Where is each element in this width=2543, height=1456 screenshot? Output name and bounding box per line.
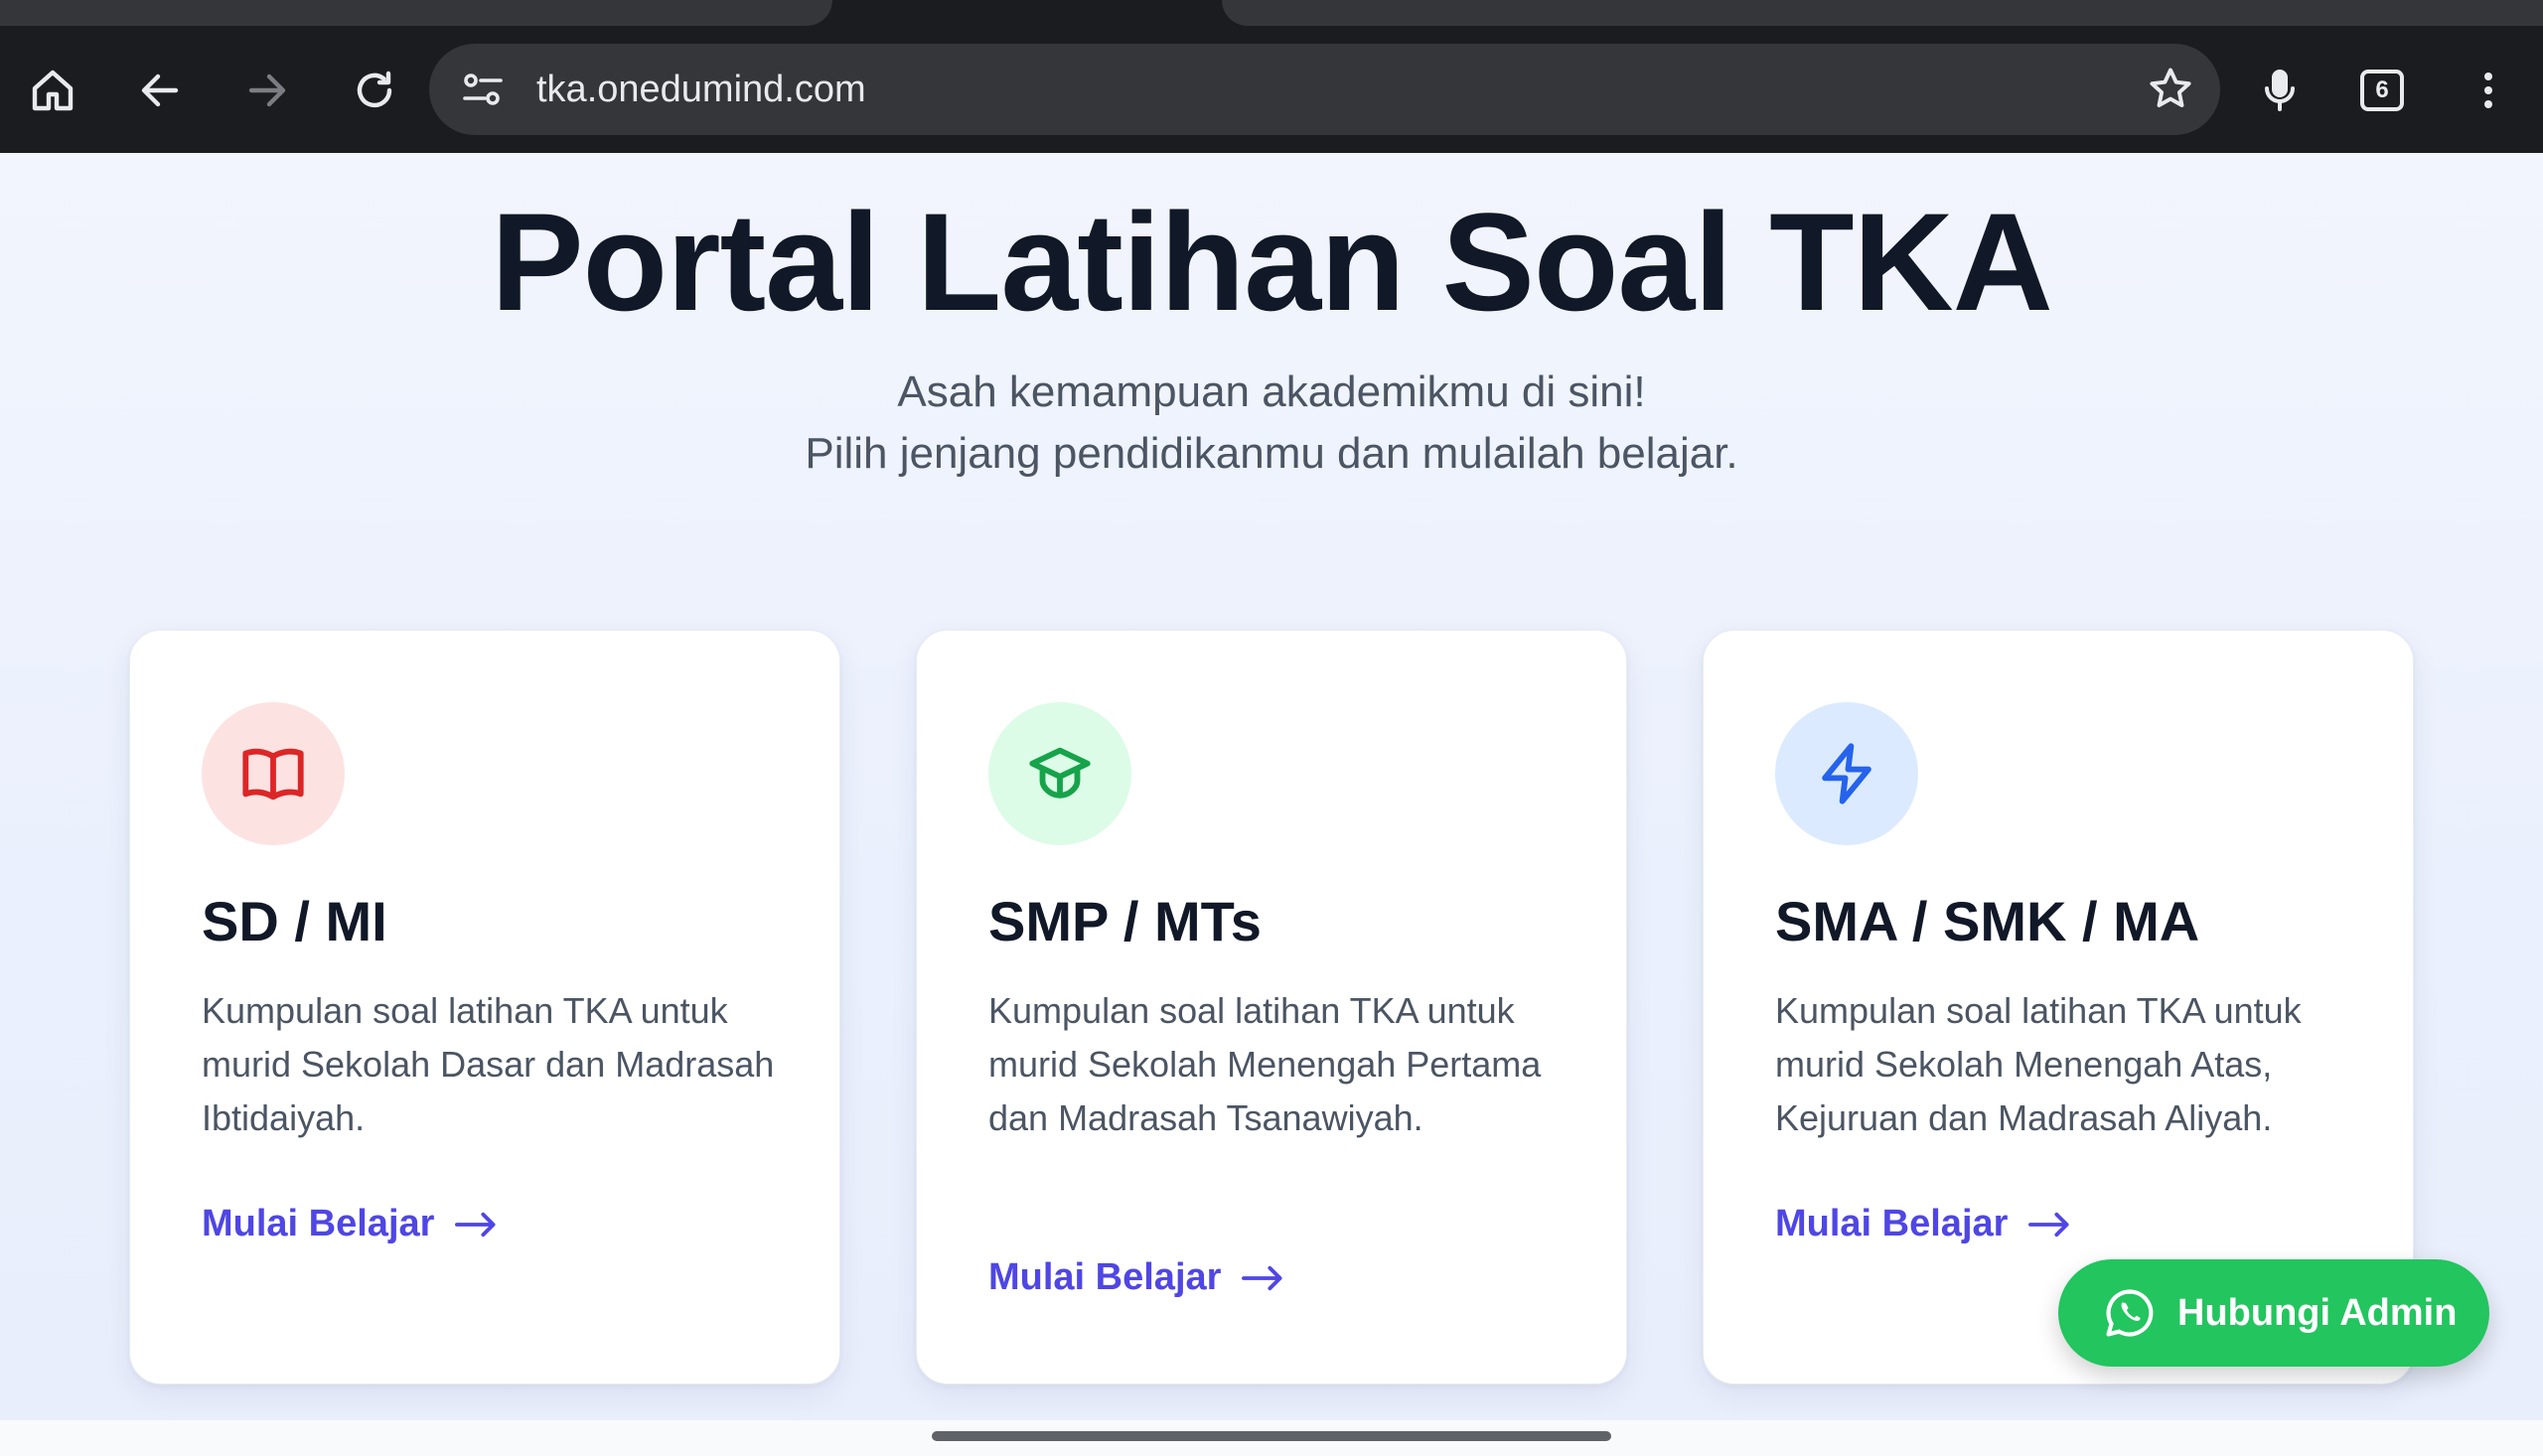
icon-circle	[1775, 702, 1918, 845]
book-open-icon	[242, 748, 304, 801]
graduation-cap-icon	[1029, 747, 1091, 799]
page-title: Portal Latihan Soal TKA	[491, 184, 2053, 340]
card-description: Kumpulan soal latihan TKA untuk murid Se…	[1775, 990, 2302, 1138]
card-description: Kumpulan soal latihan TKA untuk murid Se…	[988, 990, 1542, 1138]
start-learning-link[interactable]: Mulai Belajar	[202, 1203, 498, 1245]
level-card-sd-mi[interactable]: SD / MI Kumpulan soal latihan TKA untuk …	[129, 630, 840, 1384]
arrow-right-icon	[2028, 1212, 2069, 1237]
browser-toolbar: tka.onedumind.com 6	[0, 26, 2543, 153]
site-info-icon[interactable]	[459, 66, 507, 113]
reload-icon	[357, 71, 392, 108]
more-menu-icon	[2484, 73, 2492, 108]
cta-label: Mulai Belajar	[988, 1256, 1222, 1298]
arrow-right-icon	[455, 1212, 496, 1237]
contact-admin-label: Hubungi Admin	[2177, 1291, 2458, 1334]
url-text[interactable]: tka.onedumind.com	[536, 44, 866, 135]
cta-label: Mulai Belajar	[202, 1203, 435, 1244]
home-icon	[32, 70, 74, 111]
whatsapp-icon	[2106, 1289, 2154, 1337]
microphone-icon	[2265, 70, 2295, 111]
cta-label: Mulai Belajar	[1775, 1203, 2009, 1244]
contact-admin-button[interactable]: Hubungi Admin	[2058, 1259, 2489, 1367]
forward-button[interactable]	[230, 54, 304, 127]
voice-search-button[interactable]	[2243, 54, 2317, 127]
tab-switcher-icon[interactable]: 6	[2360, 70, 2404, 111]
browser-tab-strip	[0, 0, 2543, 26]
reload-button[interactable]	[338, 54, 411, 127]
more-menu-button[interactable]	[2452, 54, 2525, 127]
card-title: SMA / SMK / MA	[1775, 890, 2200, 952]
arrow-right-icon	[1242, 1265, 1282, 1290]
card-title: SMP / MTs	[988, 890, 1262, 952]
card-description: Kumpulan soal latihan TKA untuk murid Se…	[202, 990, 775, 1138]
start-learning-link[interactable]: Mulai Belajar	[988, 1256, 1284, 1299]
home-gesture-indicator[interactable]	[932, 1431, 1611, 1441]
lightning-bolt-icon	[1822, 743, 1871, 804]
browser-tab[interactable]	[1222, 0, 2543, 26]
level-card-smp-mts[interactable]: SMP / MTs Kumpulan soal latihan TKA untu…	[916, 630, 1627, 1384]
icon-circle	[988, 702, 1131, 845]
card-title: SD / MI	[202, 890, 387, 952]
page-subtitle: Pilih jenjang pendidikanmu dan mulailah …	[805, 429, 1738, 478]
page-subtitle: Asah kemampuan akademikmu di sini!	[897, 367, 1646, 416]
home-button[interactable]	[16, 54, 89, 127]
address-bar[interactable]: tka.onedumind.com	[429, 44, 2220, 135]
back-button[interactable]	[123, 54, 197, 127]
page-content: Portal Latihan Soal TKA Asah kemampuan a…	[0, 153, 2543, 1420]
bookmark-star-icon[interactable]	[2145, 64, 2196, 115]
icon-circle	[202, 702, 345, 845]
start-learning-link[interactable]: Mulai Belajar	[1775, 1203, 2071, 1245]
forward-icon	[248, 73, 286, 107]
browser-tab[interactable]	[0, 0, 832, 26]
back-icon	[141, 73, 179, 107]
